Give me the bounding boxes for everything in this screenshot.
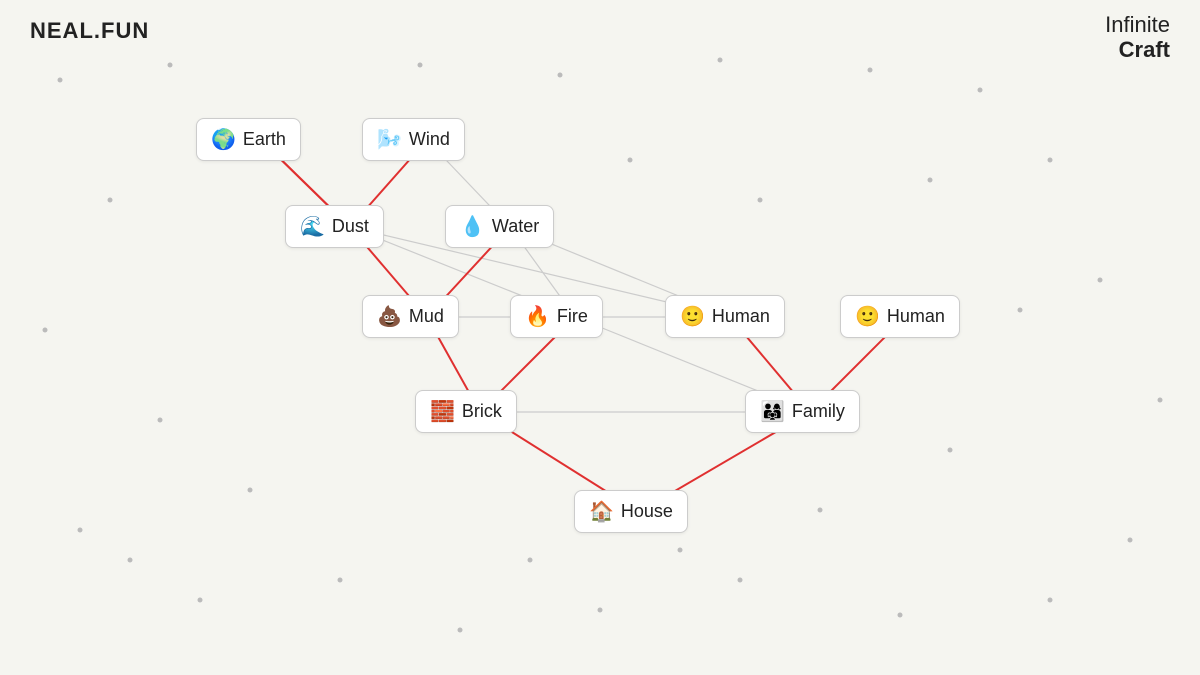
node-earth[interactable]: 🌍 Earth (196, 118, 301, 161)
node-brick[interactable]: 🧱 Brick (415, 390, 517, 433)
node-mud[interactable]: 💩 Mud (362, 295, 459, 338)
earth-label: Earth (243, 129, 286, 150)
fire-label: Fire (557, 306, 588, 327)
node-human2[interactable]: 🙂 Human (840, 295, 960, 338)
human1-emoji: 🙂 (680, 304, 705, 329)
house-label: House (621, 501, 673, 522)
wind-label: Wind (409, 129, 450, 150)
title-line2: Craft (1105, 37, 1170, 62)
dust-emoji: 🌊 (300, 214, 325, 239)
fire-emoji: 🔥 (525, 304, 550, 329)
family-emoji: 👨‍👩‍👧 (760, 399, 785, 424)
connections-layer (0, 0, 1200, 675)
node-water[interactable]: 💧 Water (445, 205, 554, 248)
human2-label: Human (887, 306, 945, 327)
node-dust[interactable]: 🌊 Dust (285, 205, 384, 248)
mud-emoji: 💩 (377, 304, 402, 329)
node-wind[interactable]: 🌬️ Wind (362, 118, 465, 161)
title-line1: Infinite (1105, 12, 1170, 37)
brick-label: Brick (462, 401, 502, 422)
node-house[interactable]: 🏠 House (574, 490, 688, 533)
human2-emoji: 🙂 (855, 304, 880, 329)
app-title: Infinite Craft (1105, 12, 1170, 63)
node-family[interactable]: 👨‍👩‍👧 Family (745, 390, 860, 433)
brick-emoji: 🧱 (430, 399, 455, 424)
water-label: Water (492, 216, 539, 237)
human1-label: Human (712, 306, 770, 327)
wind-emoji: 🌬️ (377, 127, 402, 152)
family-label: Family (792, 401, 845, 422)
earth-emoji: 🌍 (211, 127, 236, 152)
dust-label: Dust (332, 216, 369, 237)
node-fire[interactable]: 🔥 Fire (510, 295, 603, 338)
logo: NEAL.FUN (30, 18, 149, 44)
house-emoji: 🏠 (589, 499, 614, 524)
mud-label: Mud (409, 306, 444, 327)
node-human1[interactable]: 🙂 Human (665, 295, 785, 338)
water-emoji: 💧 (460, 214, 485, 239)
